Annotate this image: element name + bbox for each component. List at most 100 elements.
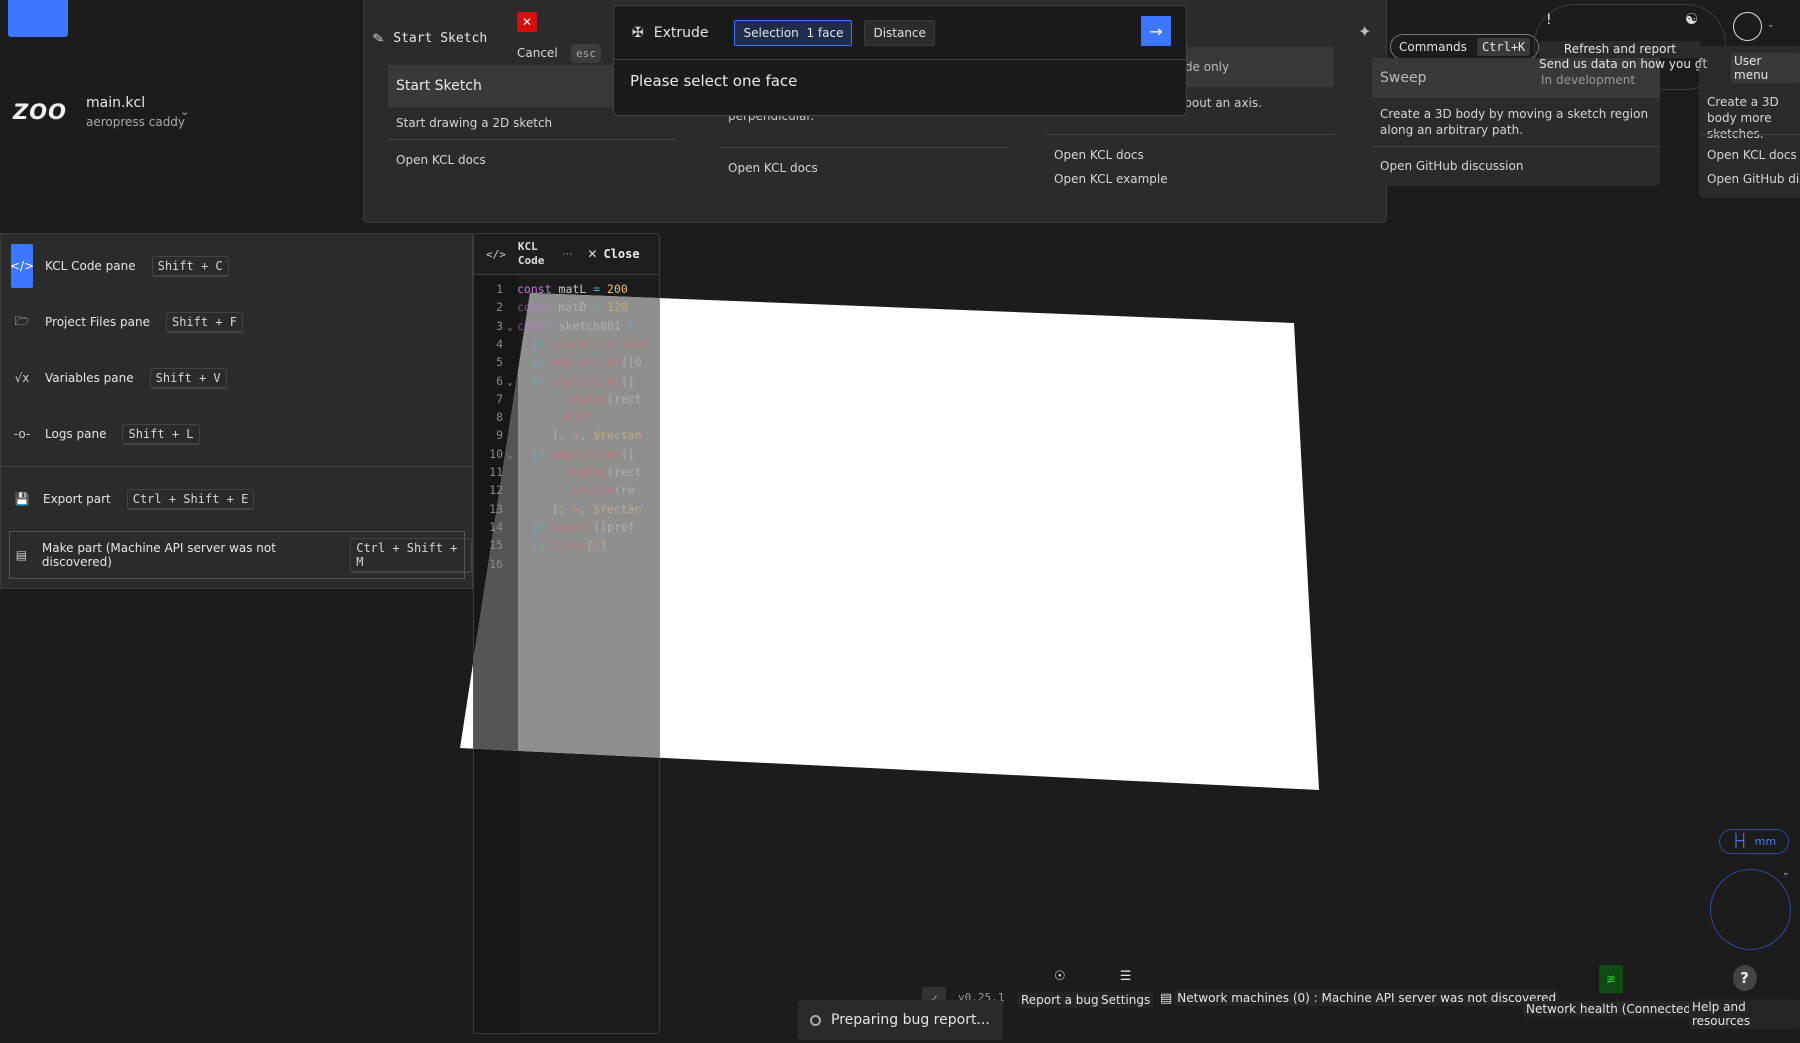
divider <box>1699 134 1800 135</box>
tooltip-sweep-description: Create a 3D body by moving a sketch regi… <box>1380 107 1649 137</box>
units-button[interactable]: ├┤ mm <box>1719 829 1789 854</box>
start-sketch-button[interactable]: ✎ Start Sketch <box>371 27 488 49</box>
pane-item-label: Variables pane <box>45 371 134 385</box>
chevron-down-icon[interactable]: ⌄ <box>1767 20 1775 30</box>
divider <box>388 139 676 140</box>
selection-argument-button[interactable]: Selection 1 face <box>734 19 853 46</box>
extrude-icon: ✠ <box>632 24 644 41</box>
avatar[interactable] <box>1733 12 1762 41</box>
start-sketch-label: Start Sketch <box>393 30 488 46</box>
command-bar-header: ✠ Extrude Selection 1 face Distance → <box>614 6 1186 60</box>
cancel-shortcut: esc <box>571 44 601 63</box>
close-icon[interactable]: ✕ <box>587 247 597 261</box>
logs-icon: -o- <box>13 427 31 441</box>
selection-arg-value: 1 face <box>806 25 844 40</box>
report-bug-button[interactable]: ☉ Report a bug <box>1018 969 1102 1008</box>
settings-button[interactable]: ☰ Settings <box>1098 969 1154 1008</box>
pane-item-label: Logs pane <box>45 427 107 441</box>
warning-icon: ! <box>1546 12 1552 28</box>
open-kcl-docs-link[interactable]: Open KCL docs <box>1054 148 1144 162</box>
pane-item-project-files[interactable]: 🗁 Project Files pane Shift + F <box>11 300 244 344</box>
file-name[interactable]: main.kcl <box>86 95 145 111</box>
units-label: mm <box>1754 835 1777 848</box>
bug-icon: ☉ <box>1053 969 1066 984</box>
code-pane-title: KCL Code <box>518 240 545 268</box>
title-line: Code <box>517 254 545 267</box>
report-bug-label: Report a bug <box>1018 992 1102 1008</box>
wifi-icon: ≇ <box>1598 965 1623 993</box>
open-kcl-example-link[interactable]: Open KCL example <box>1054 172 1168 186</box>
divider <box>1046 134 1334 135</box>
tooltip-loft-title: ft <box>1698 57 1708 72</box>
pane-item-logs[interactable]: -o- Logs pane Shift + L <box>11 412 200 456</box>
user-menu-tooltip: User menu <box>1731 53 1800 83</box>
title-line: KCL <box>517 240 538 253</box>
help-label: Help and resources <box>1689 999 1800 1029</box>
brand-logo: ZOO <box>13 100 67 124</box>
export-icon: 💾 <box>14 492 30 506</box>
code-gutter <box>474 276 519 1033</box>
kcl-code-pane: </> KCL Code ⋯ ✕ Close <box>473 233 660 1034</box>
cancel-button[interactable]: Cancel <box>517 46 558 60</box>
open-kcl-docs-link[interactable]: Open KCL docs <box>728 161 818 175</box>
sweep-status: In development <box>1541 73 1636 87</box>
chevron-down-icon[interactable]: ⌄ <box>180 105 189 118</box>
network-machines-button[interactable]: ▤ Network machines (0) : Machine API ser… <box>1160 990 1560 1006</box>
divider <box>0 466 472 467</box>
export-part-button[interactable]: 💾 Export part Ctrl + Shift + E <box>11 477 255 521</box>
view-gizmo[interactable] <box>1710 869 1791 950</box>
code-icon: </> <box>10 244 34 288</box>
open-github-discussion-link[interactable]: Open GitHub disc <box>1707 172 1800 186</box>
code-icon: </> <box>486 247 506 261</box>
project-name[interactable]: aeropress caddy <box>86 115 185 129</box>
pane-item-kcl-code[interactable]: </> KCL Code pane Shift + C <box>10 244 229 288</box>
shortcut-badge: Shift + V <box>149 367 227 389</box>
network-health-label: Network health (Connected) <box>1523 1001 1699 1017</box>
pane-item-variables[interactable]: √x Variables pane Shift + V <box>11 356 227 400</box>
open-kcl-docs-link[interactable]: Open KCL docs <box>396 153 486 167</box>
refresh-report-icon[interactable]: ☯ <box>1685 10 1698 28</box>
refresh-tooltip-title: Refresh and report <box>1539 41 1701 58</box>
shortcut-badge: Ctrl + Shift + E <box>126 488 255 510</box>
help-question-icon: ? <box>1732 965 1757 991</box>
make-part-focus-outline <box>9 531 465 579</box>
sqrt-x-icon: √x <box>14 371 30 385</box>
chevron-down-icon[interactable]: ⌄ <box>1782 868 1790 878</box>
selection-arg-label: Selection <box>743 25 799 40</box>
network-machines-label: Network machines (0) : Machine API serve… <box>1174 990 1560 1006</box>
divider <box>720 147 1008 148</box>
app-menu-button[interactable] <box>8 0 68 37</box>
command-bar: ✠ Extrude Selection 1 face Distance → Pl… <box>613 5 1187 116</box>
close-pane-button[interactable]: Close <box>603 247 639 261</box>
toast-notification: Preparing bug report... <box>798 1000 1003 1040</box>
action-label: Export part <box>43 492 111 506</box>
cancel-close-icon[interactable]: ✕ <box>517 12 537 32</box>
commands-button[interactable]: Commands Ctrl+K <box>1390 34 1540 60</box>
pane-item-label: KCL Code pane <box>45 259 136 273</box>
shortcut-badge: Shift + F <box>165 311 244 333</box>
tooltip-start-sketch-description: Start drawing a 2D sketch <box>396 116 553 130</box>
pane-item-label: Project Files pane <box>45 315 150 329</box>
machine-icon: ▤ <box>1160 990 1173 1006</box>
arrow-right-icon[interactable]: → <box>1141 16 1171 46</box>
commands-label: Commands <box>1399 40 1467 54</box>
ruler-icon: ├┤ <box>1731 834 1748 849</box>
command-bar-message: Please select one face <box>630 72 798 90</box>
loading-spinner-icon <box>810 1014 821 1026</box>
code-pane-header: </> KCL Code ⋯ ✕ Close <box>474 234 659 275</box>
settings-label: Settings <box>1098 992 1154 1008</box>
help-button[interactable]: ? Help and resources <box>1689 965 1800 1029</box>
divider <box>1372 146 1660 147</box>
commands-shortcut: Ctrl+K <box>1476 38 1531 56</box>
shortcut-badge: Shift + C <box>151 255 229 277</box>
sweep-tool-icon[interactable]: ✦ <box>1358 22 1371 41</box>
pencil-icon: ✎ <box>371 27 385 49</box>
distance-argument-button[interactable]: Distance <box>864 19 935 46</box>
more-options-icon[interactable]: ⋯ <box>562 249 572 260</box>
open-kcl-docs-link[interactable]: Open KCL docs <box>1707 148 1797 162</box>
network-health-button[interactable]: ≇ Network health (Connected) <box>1523 965 1699 1017</box>
open-github-discussion-link[interactable]: Open GitHub discussion <box>1380 159 1523 173</box>
command-name: Extrude <box>653 24 709 41</box>
settings-sliders-icon: ☰ <box>1119 969 1132 984</box>
toast-message: Preparing bug report... <box>831 1012 990 1028</box>
